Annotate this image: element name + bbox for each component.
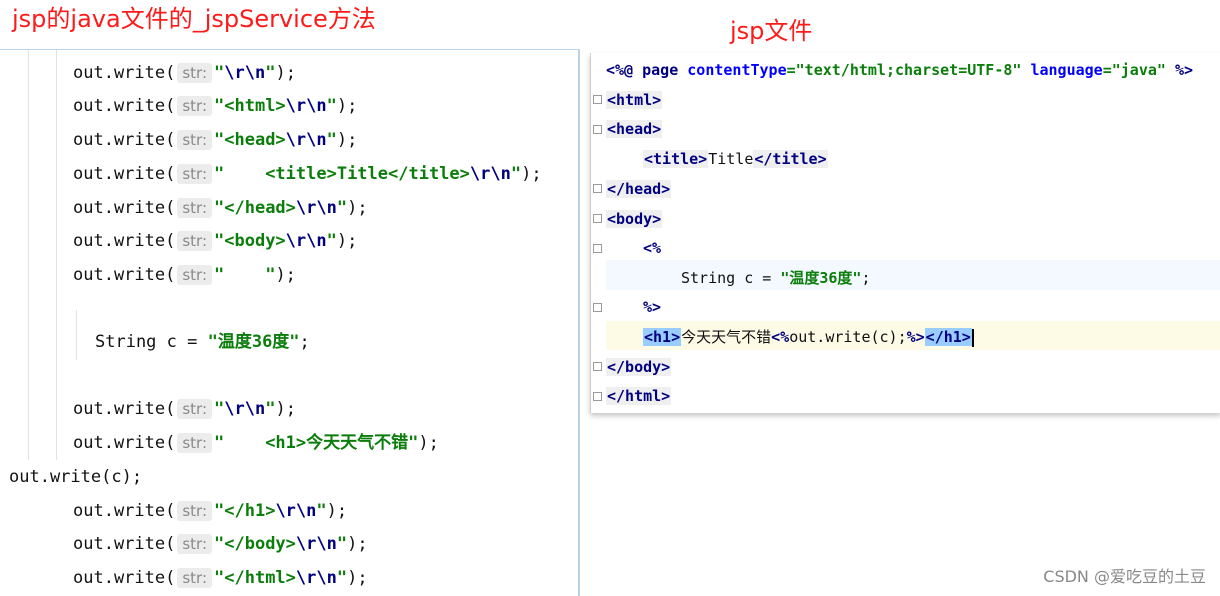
caption-jsp-file: jsp文件 [730,17,813,45]
jsp-editor-panel[interactable]: <%@ page contentType="text/html;charset=… [590,53,1220,413]
fold-marker-icon[interactable] [593,362,602,371]
fold-marker-icon[interactable] [593,184,602,193]
code-line[interactable]: out.write(str: "<html>\r\n"); [73,95,357,117]
jsp-line-scriptlet-code[interactable]: String c = "温度36度"; [681,267,871,289]
fold-marker-icon[interactable] [593,95,602,104]
param-hint: str: [177,231,213,251]
param-hint: str: [177,130,213,150]
jsp-line-html-open[interactable]: <html> [606,89,663,111]
code-line[interactable]: out.write(str: " <h1>今天天气不错"); [73,432,439,454]
code-line[interactable]: out.write(str: " <title>Title</title>\r\n… [73,163,542,185]
scriptlet-code-line[interactable]: String c = "温度36度"; [95,331,310,353]
code-line[interactable]: out.write(str: "\r\n"); [73,62,296,84]
fold-marker-icon[interactable] [593,125,602,134]
fold-marker-icon[interactable] [593,303,602,312]
jsp-line-head-open[interactable]: <head> [606,118,663,140]
jsp-line-html-close[interactable]: </html> [606,385,672,407]
jsp-line-scriptlet-open[interactable]: <% [643,237,661,259]
code-line[interactable]: out.write(str: " "); [73,264,296,286]
fold-marker-icon[interactable] [593,392,602,401]
code-line[interactable]: out.write(str: "\r\n"); [73,398,296,420]
jsp-line-body-close[interactable]: </body> [606,356,672,378]
jsp-line-scriptlet-close[interactable]: %> [643,296,661,318]
jsp-line-head-close[interactable]: </head> [606,178,672,200]
servlet-code-panel[interactable]: out.write(str: "\r\n"); out.write(str: "<h… [0,49,580,596]
editor-gutter [591,53,605,413]
param-hint: str: [177,534,213,554]
param-hint: str: [177,433,213,453]
jsp-line-title[interactable]: <title>Title</title> [643,148,828,170]
indent-guide [76,310,77,360]
watermark: CSDN @爱吃豆的土豆 [1043,567,1206,586]
indent-guide [28,50,29,460]
code-line[interactable]: out.write(str: "</h1>\r\n"); [73,500,347,522]
fold-marker-icon[interactable] [593,214,602,223]
code-line[interactable]: out.write(str: "</html>\r\n"); [73,567,368,589]
jsp-line-body-open[interactable]: <body> [606,208,663,230]
param-hint: str: [177,164,213,184]
param-hint: str: [177,63,213,83]
param-hint: str: [177,265,213,285]
indent-guide [56,50,57,460]
caption-servlet-method: jsp的java文件的_jspService方法 [12,5,376,33]
param-hint: str: [177,501,213,521]
direct-write-line[interactable]: out.write(c); [9,466,142,488]
fold-marker-icon[interactable] [593,244,602,253]
code-line[interactable]: out.write(str: "</body>\r\n"); [73,533,368,555]
text-caret [971,328,974,347]
jsp-line-directive[interactable]: <%@ page contentType="text/html;charset=… [606,59,1193,81]
param-hint: str: [177,399,213,419]
code-line[interactable]: out.write(str: "<body>\r\n"); [73,230,357,252]
param-hint: str: [177,198,213,218]
code-line[interactable]: out.write(str: "<head>\r\n"); [73,129,357,151]
jsp-line-h1[interactable]: <h1>今天天气不错<%out.write(c);%></h1> [643,326,974,348]
code-line[interactable]: out.write(str: "</head>\r\n"); [73,197,368,219]
param-hint: str: [177,96,213,116]
param-hint: str: [177,568,213,588]
